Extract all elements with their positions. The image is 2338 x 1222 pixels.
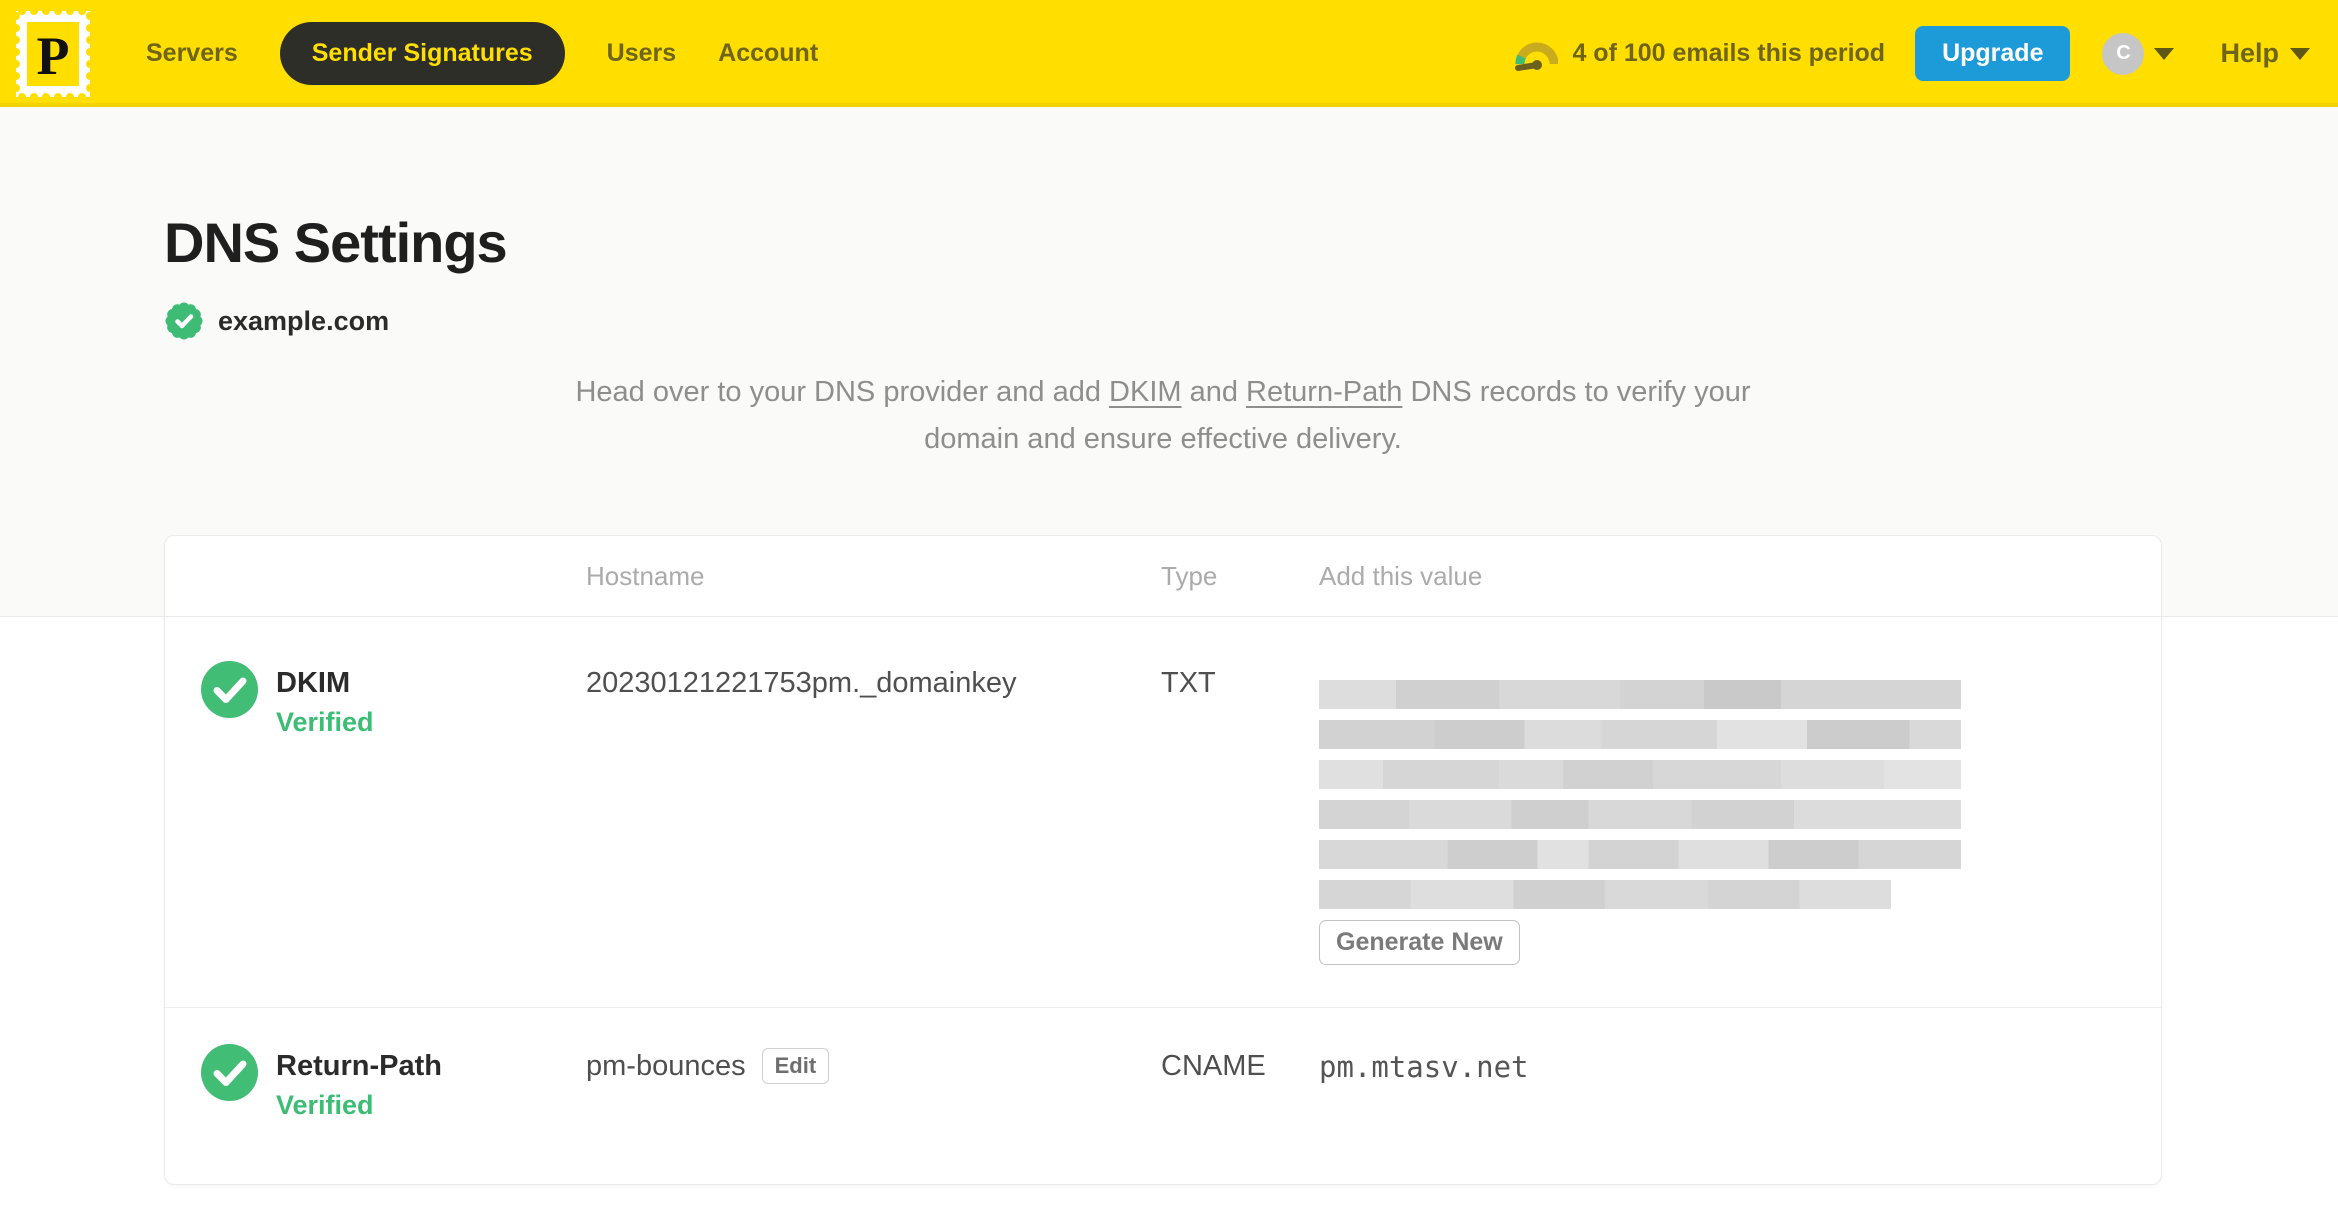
verified-seal-icon [165, 302, 203, 340]
redacted-dkim-value [1319, 680, 1961, 909]
cname-value: pm.mtasv.net [1319, 1050, 1529, 1084]
nav-item-servers[interactable]: Servers [146, 39, 238, 68]
gauge-icon [1515, 42, 1559, 71]
record-hostname: 20230121221753pm._domainkey [586, 667, 1161, 1007]
record-type: TXT [1161, 667, 1216, 699]
record-status-cell: Return-Path Verified [201, 1044, 586, 1183]
column-header-value: Add this value [1319, 560, 1483, 591]
table-row-dkim: DKIM Verified 20230121221753pm._domainke… [165, 617, 2161, 1007]
verified-domain: example.com [164, 301, 2338, 341]
postmark-logo[interactable]: P [12, 6, 94, 101]
chevron-down-icon [2290, 47, 2310, 60]
app-window: P Servers Sender Signatures Users Accoun… [0, 0, 2338, 1222]
dkim-link[interactable]: DKIM [1109, 376, 1182, 408]
description-text: Head over to your DNS provider and add [575, 376, 1110, 408]
chevron-down-icon [2154, 47, 2175, 60]
generate-new-button[interactable]: Generate New [1319, 920, 1520, 965]
page-title: DNS Settings [164, 211, 508, 274]
svg-text:P: P [37, 26, 70, 86]
top-navigation-bar: P Servers Sender Signatures Users Accoun… [0, 0, 2338, 107]
record-value-cell: Generate New [1319, 667, 2125, 1007]
verified-check-icon [201, 1044, 258, 1101]
return-path-link[interactable]: Return-Path [1246, 376, 1402, 408]
verified-check-icon [201, 661, 258, 718]
column-header-hostname: Hostname [586, 560, 705, 591]
nav-item-account[interactable]: Account [718, 39, 818, 68]
stamp-logo-icon: P [12, 6, 94, 101]
record-hostname: pm-bounces Edit [586, 1048, 1161, 1183]
main-content: DNS Settings example.com Head over to yo… [0, 107, 2338, 1222]
column-header-type: Type [1161, 560, 1218, 591]
redacted-value-bar [1319, 760, 1961, 789]
usage-meter: 4 of 100 emails this period [1514, 37, 1885, 71]
primary-nav: Servers Sender Signatures Users Account [146, 22, 818, 85]
account-menu[interactable]: C [2102, 32, 2175, 75]
help-label: Help [2220, 38, 2279, 68]
nav-item-users[interactable]: Users [607, 39, 677, 68]
redacted-value-bar [1319, 840, 1961, 869]
dns-records-card: Hostname Type Add this value DKIM Verifi… [164, 535, 2162, 1185]
table-row-return-path: Return-Path Verified pm-bounces Edit CNA… [165, 1007, 2161, 1183]
description: Head over to your DNS provider and add D… [164, 369, 2162, 463]
description-text: and [1181, 376, 1247, 408]
topbar-right-group: 4 of 100 emails this period Upgrade C He… [1514, 26, 2310, 81]
hostname-text: 20230121221753pm._domainkey [586, 667, 1017, 699]
redacted-value-bar [1319, 880, 1891, 909]
domain-name: example.com [218, 305, 390, 336]
redacted-value-bar [1319, 800, 1961, 829]
record-name: Return-Path [276, 1050, 442, 1082]
redacted-value-bar [1319, 720, 1961, 749]
record-value-cell: pm.mtasv.net [1319, 1050, 2125, 1183]
upgrade-button[interactable]: Upgrade [1915, 26, 2071, 81]
record-status-badge: Verified [276, 1090, 374, 1120]
usage-count-text: 4 of 100 emails this period [1572, 39, 1886, 67]
record-status-badge: Verified [276, 707, 374, 737]
help-menu[interactable]: Help [2220, 38, 2310, 69]
nav-item-sender-signatures[interactable]: Sender Signatures [279, 22, 565, 85]
record-name: DKIM [276, 667, 351, 699]
record-status-cell: DKIM Verified [201, 661, 586, 1007]
table-header-row: Hostname Type Add this value [165, 536, 2161, 617]
hostname-text: pm-bounces [586, 1050, 746, 1082]
avatar[interactable]: C [2102, 32, 2145, 75]
redacted-value-bar [1319, 680, 1961, 709]
record-type: CNAME [1161, 1050, 1266, 1082]
edit-button[interactable]: Edit [761, 1048, 830, 1084]
